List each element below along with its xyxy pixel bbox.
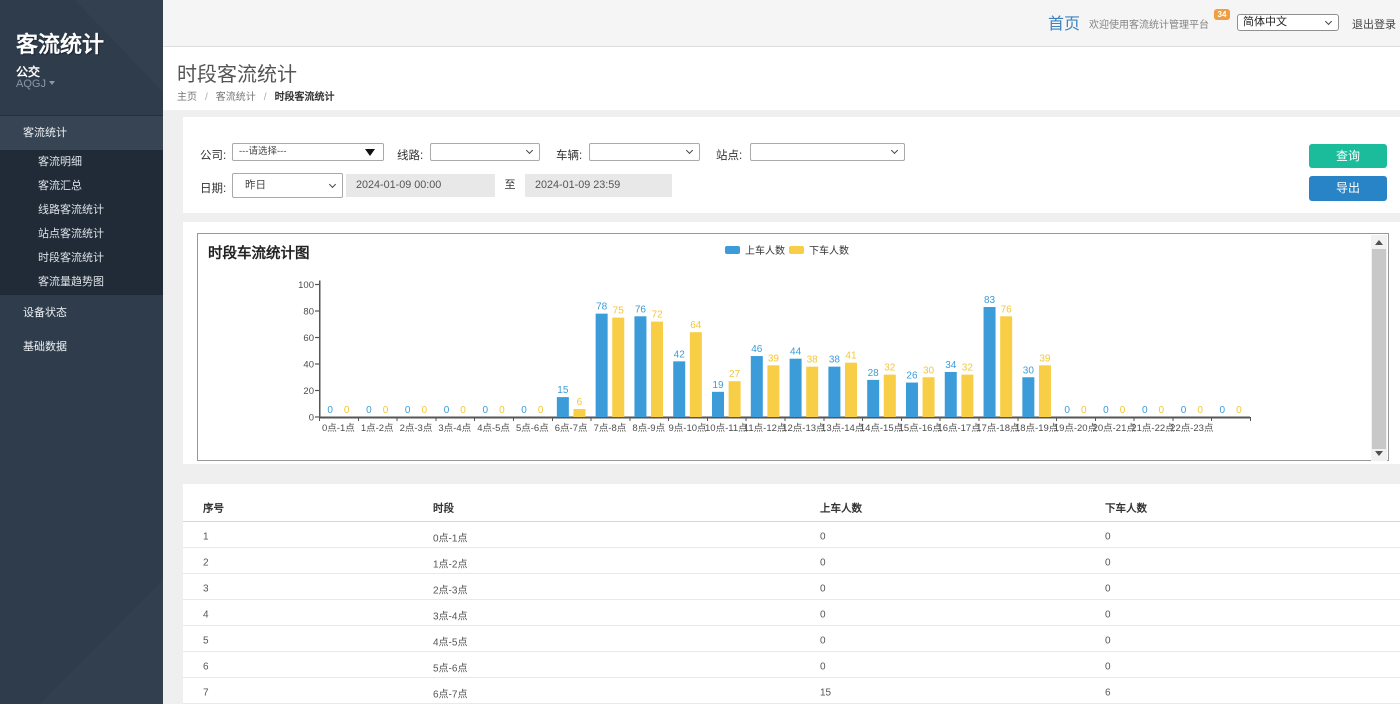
svg-text:0: 0 [1142,405,1148,416]
svg-text:0: 0 [1220,405,1226,416]
svg-text:0: 0 [344,405,350,416]
svg-text:6点-7点: 6点-7点 [555,423,588,434]
svg-text:0: 0 [460,405,466,416]
svg-text:0: 0 [405,405,411,416]
svg-text:0: 0 [1103,405,1109,416]
svg-text:19点-20点: 19点-20点 [1054,423,1098,434]
svg-text:0: 0 [1120,405,1126,416]
svg-text:9点-10点: 9点-10点 [669,423,708,434]
svg-text:0: 0 [482,405,488,416]
svg-text:10点-11点: 10点-11点 [705,423,748,434]
svg-text:5点-6点: 5点-6点 [516,423,549,434]
svg-text:7点-8点: 7点-8点 [594,423,627,434]
svg-text:39: 39 [768,353,780,364]
svg-text:22点-23点: 22点-23点 [1170,423,1214,434]
svg-text:80: 80 [303,307,314,318]
svg-text:0: 0 [309,413,314,424]
svg-text:32: 32 [962,363,974,374]
svg-text:76: 76 [635,304,647,315]
svg-text:15: 15 [557,385,569,396]
svg-text:0: 0 [1081,405,1087,416]
svg-text:3点-4点: 3点-4点 [438,423,471,434]
svg-text:78: 78 [596,302,608,313]
svg-text:30: 30 [1023,365,1035,376]
svg-text:0点-1点: 0点-1点 [322,423,355,434]
svg-text:28: 28 [868,368,880,379]
svg-text:0: 0 [1197,405,1203,416]
svg-text:16点-17点: 16点-17点 [937,423,981,434]
svg-text:13点-14点: 13点-14点 [821,423,865,434]
svg-text:20点-21点: 20点-21点 [1093,423,1137,434]
svg-text:26: 26 [906,371,918,382]
svg-text:0: 0 [1236,405,1242,416]
svg-text:2点-3点: 2点-3点 [400,423,433,434]
svg-text:60: 60 [303,333,314,344]
svg-text:44: 44 [790,347,802,358]
svg-text:34: 34 [945,360,957,371]
svg-text:18点-19点: 18点-19点 [1015,423,1059,434]
svg-text:32: 32 [884,363,896,374]
svg-text:20: 20 [303,386,314,397]
svg-text:0: 0 [538,405,544,416]
svg-text:0: 0 [421,405,427,416]
svg-text:15点-16点: 15点-16点 [899,423,943,434]
svg-text:83: 83 [984,295,996,306]
svg-text:17点-18点: 17点-18点 [976,423,1020,434]
svg-text:1点-2点: 1点-2点 [361,423,394,434]
svg-text:0: 0 [383,405,389,416]
svg-text:30: 30 [923,365,935,376]
svg-text:0: 0 [1181,405,1187,416]
svg-text:76: 76 [1001,304,1013,315]
svg-text:0: 0 [327,405,333,416]
svg-text:6: 6 [577,397,583,408]
svg-text:64: 64 [690,320,702,331]
svg-text:8点-9点: 8点-9点 [632,423,665,434]
svg-text:46: 46 [751,344,763,355]
svg-text:11点-12点: 11点-12点 [744,423,787,434]
svg-text:12点-13点: 12点-13点 [782,423,826,434]
svg-text:4点-5点: 4点-5点 [477,423,510,434]
svg-text:19: 19 [712,380,724,391]
svg-text:0: 0 [499,405,505,416]
svg-text:41: 41 [845,351,857,362]
svg-text:21点-22点: 21点-22点 [1131,423,1175,434]
svg-text:0: 0 [444,405,450,416]
svg-text:38: 38 [829,355,841,366]
svg-text:75: 75 [613,306,625,317]
svg-text:0: 0 [366,405,372,416]
svg-text:27: 27 [729,369,741,380]
svg-text:72: 72 [651,310,663,321]
svg-text:14点-15点: 14点-15点 [860,423,904,434]
svg-text:0: 0 [521,405,527,416]
svg-text:100: 100 [298,280,314,291]
svg-text:0: 0 [1064,405,1070,416]
svg-text:0: 0 [1159,405,1165,416]
svg-text:39: 39 [1039,353,1051,364]
svg-text:42: 42 [674,349,686,360]
svg-text:40: 40 [303,360,314,371]
svg-text:38: 38 [807,355,819,366]
